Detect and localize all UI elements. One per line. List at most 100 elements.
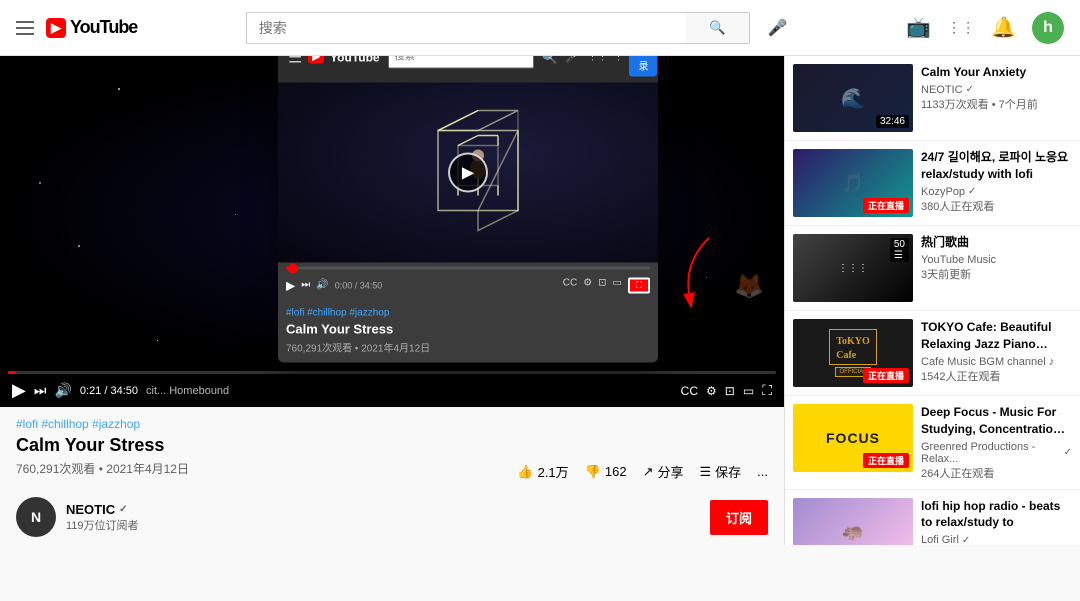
mini-next-button[interactable]: ⏭ [301, 280, 310, 291]
dislike-button[interactable]: 👎 162 [585, 464, 627, 480]
mini-play-button[interactable]: ▶ [448, 152, 488, 192]
main-subtitle-text: cit... Homebound [146, 385, 229, 397]
avatar[interactable]: h [1032, 12, 1064, 44]
main-controls-right: CC ⚙ ⊡ ▭ ⛶ [681, 382, 772, 399]
more-button[interactable]: ... [757, 464, 768, 479]
main-video-controls: ▶ ⏭ 🔊 0:21 / 34:50 cit... Homebound CC ⚙… [0, 371, 784, 407]
main-controls-row: ▶ ⏭ 🔊 0:21 / 34:50 cit... Homebound CC ⚙… [0, 376, 784, 407]
sidebar-item[interactable]: 🌊 32:46 Calm Your Anxiety NEOTIC ✓ 1133万… [785, 56, 1080, 141]
share-button[interactable]: ↗ 分享 [643, 462, 684, 481]
mini-volume-button[interactable]: 🔊 [316, 280, 328, 291]
sidebar-item-channel: Cafe Music BGM channel ♪ [921, 356, 1072, 368]
mini-video-frame[interactable]: ▶ [278, 82, 658, 262]
verified-icon: ✓ [966, 84, 974, 95]
mini-player: ☰ ▶ YouTube 🔍 🎤 ⋮⋮ ⋮ 登录 ✕ [278, 32, 658, 362]
search-bar: 🔍 🎤 [246, 8, 798, 48]
search-input[interactable] [246, 12, 686, 44]
main-progress-bar[interactable] [8, 371, 776, 374]
sidebar-item-info: lofi hip hop radio - beats to relax/stud… [921, 498, 1072, 545]
mini-play-pause-button[interactable]: ▶ [286, 278, 295, 292]
main-subtitle-icon[interactable]: CC [681, 384, 698, 398]
mic-button[interactable]: 🎤 [758, 8, 798, 48]
channel-row: N NEOTIC ✓ 119万位订阅者 订阅 [0, 489, 784, 545]
save-icon: ☰ [699, 464, 711, 480]
mini-hashtags: #lofi #chillhop #jazzhop [286, 307, 650, 318]
sidebar-item-channel: Lofi Girl ✓ [921, 534, 1072, 545]
video-player[interactable]: 🦊 ☰ ▶ YouTube 🔍 🎤 ⋮⋮ ⋮ 登录 [0, 56, 784, 371]
verified-icon: ✓ [962, 535, 970, 545]
header-right: 📺 ⋮⋮ 🔔 h [906, 12, 1064, 44]
mini-info: #lofi #chillhop #jazzhop Calm Your Stres… [278, 299, 658, 362]
subscribe-button[interactable]: 订阅 [710, 500, 768, 535]
cast-icon[interactable]: 📺 [906, 15, 931, 40]
main-fullscreen-icon[interactable]: ⛶ [762, 382, 772, 399]
mini-meta: 760,291次观看 • 2021年4月12日 [286, 339, 650, 354]
video-title: Calm Your Stress [16, 435, 768, 456]
arrow-svg [679, 228, 739, 308]
main-miniplayer-icon[interactable]: ⊡ [725, 384, 735, 398]
duration-badge: 32:46 [876, 115, 909, 128]
header-left: ▶ YouTube [16, 17, 137, 38]
youtube-logo[interactable]: ▶ YouTube [46, 17, 137, 38]
video-info: #lofi #chillhop #jazzhop Calm Your Stres… [0, 407, 784, 489]
sidebar-item-channel: YouTube Music [921, 254, 1072, 266]
main-settings-icon[interactable]: ⚙ [706, 384, 717, 398]
youtube-wordmark: YouTube [70, 17, 137, 38]
mini-playbar-right: CC ⚙ ⊡ ▭ ⛶ [563, 277, 650, 293]
mini-fullscreen-button[interactable]: ⛶ [628, 277, 650, 293]
live-badge: 正在直播 [863, 453, 909, 468]
channel-avatar[interactable]: N [16, 497, 56, 537]
verified-icon: ✓ [1064, 447, 1072, 458]
mini-progress-bar[interactable] [286, 266, 650, 269]
video-stats-row: 760,291次观看 • 2021年4月12日 👍 2.1万 👎 162 ↗ 分… [16, 460, 768, 483]
mini-playbar: ▶ ⏭ 🔊 0:00 / 34:50 CC ⚙ ⊡ ▭ ⛶ [278, 273, 658, 299]
mini-title: Calm Your Stress [286, 321, 650, 336]
main-volume-button[interactable]: 🔊 [54, 382, 71, 399]
hamburger-menu[interactable] [16, 21, 34, 35]
sidebar-item-meta: 1542人正在观看 [921, 368, 1072, 384]
sidebar-item[interactable]: ToKYOCafeOFFICIAL 正在直播 TOKYO Cafe: Beaut… [785, 311, 1080, 396]
sidebar-item-meta: 3天前更新 [921, 266, 1072, 282]
sidebar-item[interactable]: 🦛 正在直播 lofi hip hop radio - beats to rel… [785, 490, 1080, 545]
channel-info: NEOTIC ✓ 119万位订阅者 [66, 502, 139, 533]
mini-progress-container [278, 262, 658, 269]
main-layout: 🦊 ☰ ▶ YouTube 🔍 🎤 ⋮⋮ ⋮ 登录 [0, 56, 1080, 545]
thumbup-icon: 👍 [517, 464, 533, 480]
sidebar-item-info: Deep Focus - Music For Studying, Concent… [921, 404, 1072, 481]
sidebar-item-meta: 380人正在观看 [921, 198, 1072, 214]
main-play-button[interactable]: ▶ [12, 380, 26, 401]
share-icon: ↗ [643, 464, 654, 480]
thumbnail: FOCUS 正在直播 [793, 404, 913, 472]
sidebar-item-meta: 1133万次观看 • 7个月前 [921, 96, 1072, 112]
sidebar-item-title: Calm Your Anxiety [921, 64, 1072, 81]
search-button[interactable]: 🔍 [686, 12, 750, 44]
live-badge: 正在直播 [863, 198, 909, 213]
mini-theater-icon[interactable]: ▭ [613, 277, 622, 293]
sidebar-item-info: Calm Your Anxiety NEOTIC ✓ 1133万次观看 • 7个… [921, 64, 1072, 132]
mic-icon: 🎤 [768, 20, 788, 37]
sidebar-item-channel: Greenred Productions - Relax... ✓ [921, 441, 1072, 465]
main-progress-fill [8, 371, 16, 374]
sidebar-item-meta: 264人正在观看 [921, 465, 1072, 481]
apps-icon[interactable]: ⋮⋮ [947, 19, 975, 36]
video-actions: 👍 2.1万 👎 162 ↗ 分享 ☰ 保存 ... [517, 462, 768, 481]
save-button[interactable]: ☰ 保存 [699, 462, 741, 481]
sidebar-item[interactable]: 🎵 正在直播 24/7 길이해요, 로파이 노응요 relax/study wi… [785, 141, 1080, 226]
channel-subscribers: 119万位订阅者 [66, 517, 139, 533]
main-skip-button[interactable]: ⏭ [34, 382, 47, 399]
bell-icon[interactable]: 🔔 [991, 15, 1016, 40]
sidebar-item-title: TOKYO Cafe: Beautiful Relaxing Jazz Pian… [921, 319, 1072, 353]
mini-settings-icon[interactable]: ⚙ [583, 277, 592, 293]
sidebar: 🌊 32:46 Calm Your Anxiety NEOTIC ✓ 1133万… [784, 56, 1080, 545]
mini-miniplayer-icon[interactable]: ⊡ [598, 277, 606, 293]
video-hashtags: #lofi #chillhop #jazzhop [16, 417, 768, 431]
sidebar-item[interactable]: FOCUS 正在直播 Deep Focus - Music For Studyi… [785, 396, 1080, 490]
channel-name[interactable]: NEOTIC ✓ [66, 502, 139, 517]
verified-icon: ✓ [968, 186, 976, 197]
header: ▶ YouTube 🔍 🎤 📺 ⋮⋮ 🔔 h [0, 0, 1080, 56]
mini-subtitle-icon[interactable]: CC [563, 277, 577, 293]
main-theater-icon[interactable]: ▭ [743, 384, 754, 398]
thumbnail: ⋮⋮⋮ 50☰ [793, 234, 913, 302]
like-button[interactable]: 👍 2.1万 [517, 462, 568, 481]
sidebar-item[interactable]: ⋮⋮⋮ 50☰ 热门歌曲 YouTube Music 3天前更新 [785, 226, 1080, 311]
